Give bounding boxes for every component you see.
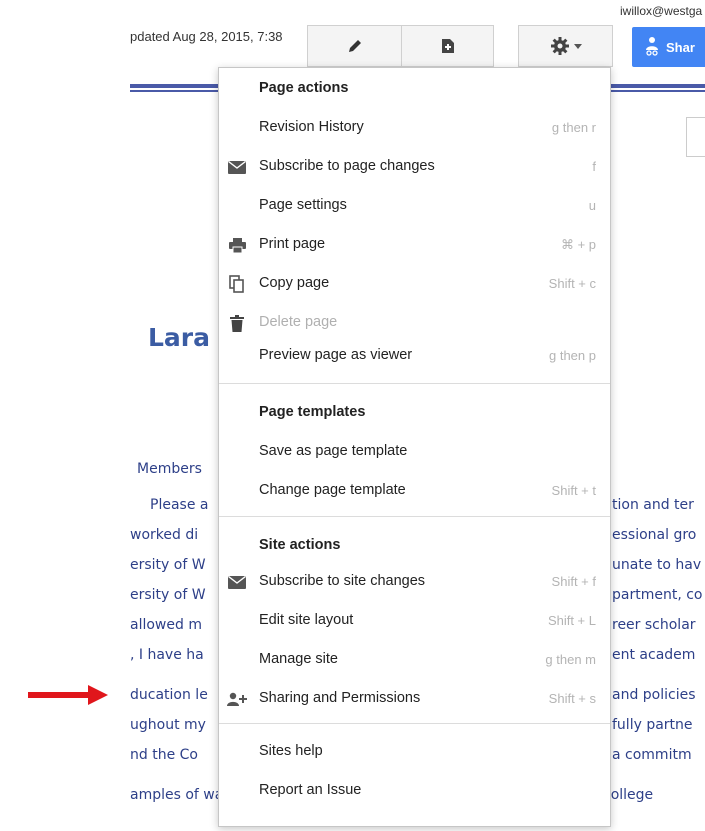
menu-item-preview-as-viewer[interactable]: Preview page as viewer g then p: [219, 343, 610, 369]
menu-header-label: Page actions: [259, 80, 349, 96]
menu-item-page-settings[interactable]: Page settings u: [219, 193, 610, 219]
share-people-icon: [644, 36, 660, 59]
more-actions-button[interactable]: [518, 25, 613, 67]
menu-item-shortcut: Shift + L: [547, 613, 596, 628]
doc-line-right: unate to hav: [612, 557, 702, 573]
menu-item-shortcut: g then p: [549, 348, 596, 363]
menu-item-save-template[interactable]: Save as page template: [219, 439, 610, 465]
doc-line-right: fully partne: [612, 717, 693, 733]
menu-item-label: Subscribe to site changes: [259, 573, 426, 589]
doc-line-left: nd the Co: [130, 747, 198, 763]
menu-section-page-actions: Page actions: [219, 76, 610, 102]
doc-line-left: worked di: [130, 527, 199, 543]
new-page-icon: [441, 38, 455, 54]
menu-divider: [219, 383, 610, 384]
menu-item-shortcut: Shift + f: [551, 574, 596, 589]
doc-line-right: and policies: [612, 687, 696, 703]
envelope-icon: [227, 158, 247, 176]
menu-item-label: Print page: [259, 236, 326, 252]
menu-item-label: Revision History: [259, 119, 364, 135]
doc-line-left: Members: [137, 461, 202, 477]
menu-item-shortcut: Shift + c: [548, 276, 596, 291]
doc-line-right: essional gro: [612, 527, 697, 543]
menu-item-change-template[interactable]: Change page template Shift + t: [219, 478, 610, 504]
doc-line-right: tion and ter: [612, 497, 694, 513]
last-updated-text: pdated Aug 28, 2015, 7:38: [130, 29, 283, 44]
doc-line-left: ersity of W: [130, 587, 206, 603]
menu-item-manage-site[interactable]: Manage site g then m: [219, 647, 610, 673]
doc-line-left: ughout my: [130, 717, 206, 733]
gear-icon: [550, 36, 570, 56]
menu-section-site-actions: Site actions: [219, 533, 610, 559]
user-email: iwillox@westga: [620, 4, 703, 18]
menu-item-sharing-permissions[interactable]: Sharing and Permissions Shift + s: [219, 686, 610, 712]
menu-item-label: Save as page template: [259, 443, 408, 459]
doc-line-right: ent academ: [612, 647, 696, 663]
menu-item-subscribe-site[interactable]: Subscribe to site changes Shift + f: [219, 569, 610, 595]
menu-item-label: Subscribe to page changes: [259, 158, 435, 174]
menu-item-label: Manage site: [259, 651, 338, 667]
new-page-button[interactable]: [401, 25, 494, 67]
menu-item-shortcut: Shift + s: [548, 691, 596, 706]
menu-item-shortcut: u: [588, 198, 596, 213]
menu-item-report-issue[interactable]: Report an Issue: [219, 778, 610, 804]
pencil-icon: [347, 38, 363, 54]
menu-section-page-templates: Page templates: [219, 400, 610, 426]
menu-item-shortcut: f: [592, 159, 596, 174]
menu-item-label: Preview page as viewer: [259, 347, 413, 363]
edit-page-button[interactable]: [307, 25, 402, 67]
menu-item-label: Copy page: [259, 275, 330, 291]
chevron-down-icon: [573, 43, 582, 49]
menu-divider: [219, 723, 610, 724]
menu-item-label: Delete page: [259, 314, 338, 330]
menu-item-delete-page: Delete page: [219, 310, 610, 336]
doc-line-right: partment, co: [612, 587, 703, 603]
menu-item-label: Change page template: [259, 482, 406, 498]
doc-line-left: ducation le: [130, 687, 208, 703]
trash-icon: [227, 314, 247, 332]
page-title: Lara: [148, 323, 210, 352]
menu-header-label: Page templates: [259, 404, 366, 420]
menu-item-label: Edit site layout: [259, 612, 354, 628]
menu-item-shortcut: g then r: [551, 120, 596, 135]
menu-item-label: Page settings: [259, 197, 347, 213]
menu-item-edit-site-layout[interactable]: Edit site layout Shift + L: [219, 608, 610, 634]
menu-item-sites-help[interactable]: Sites help: [219, 739, 610, 765]
more-actions-menu: Page actions Revision History g then r S…: [218, 67, 611, 827]
menu-item-shortcut: ⌘ + p: [560, 237, 596, 252]
share-label: Shar: [666, 39, 695, 55]
menu-item-copy-page[interactable]: Copy page Shift + c: [219, 271, 610, 297]
menu-item-label: Sites help: [259, 743, 323, 759]
add-person-icon: [227, 690, 247, 708]
menu-item-shortcut: g then m: [545, 652, 596, 667]
red-arrow-icon: [28, 685, 108, 705]
doc-line-left: ersity of W: [130, 557, 206, 573]
menu-header-label: Site actions: [259, 537, 341, 553]
menu-item-subscribe-page[interactable]: Subscribe to page changes f: [219, 154, 610, 180]
menu-item-print-page[interactable]: Print page ⌘ + p: [219, 232, 610, 258]
doc-line-left: allowed m: [130, 617, 202, 633]
envelope-icon: [227, 573, 247, 591]
doc-line-left: Please a: [150, 497, 209, 513]
menu-divider: [219, 516, 610, 517]
printer-icon: [227, 236, 247, 254]
menu-item-shortcut: Shift + t: [551, 483, 596, 498]
doc-line-right: a commitm: [612, 747, 692, 763]
doc-line-right: reer scholar: [612, 617, 696, 633]
page-widget: [686, 117, 705, 157]
share-button[interactable]: Shar: [632, 27, 705, 67]
menu-item-label: Report an Issue: [259, 782, 362, 798]
copy-icon: [227, 275, 247, 293]
menu-item-revision-history[interactable]: Revision History g then r: [219, 115, 610, 141]
menu-item-label: Sharing and Permissions: [259, 690, 421, 706]
doc-line-left: , I have ha: [130, 647, 204, 663]
